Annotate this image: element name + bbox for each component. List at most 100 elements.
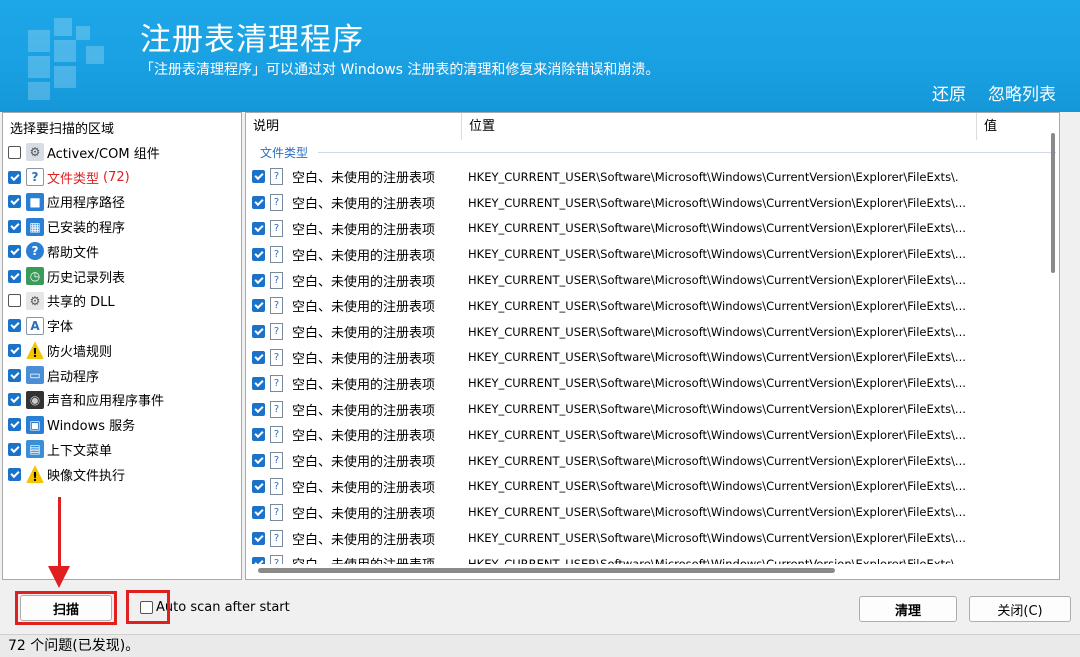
scan-area-count: (72) xyxy=(103,169,130,185)
ignore-list-link[interactable]: 忽略列表 xyxy=(988,80,1056,105)
scan-area-checkbox[interactable] xyxy=(8,269,21,283)
result-row[interactable]: ? 空白、未使用的注册表项 HKEY_CURRENT_USER\Software\M… xyxy=(246,370,1046,396)
close-button[interactable]: 关闭(C) xyxy=(969,596,1071,622)
result-row[interactable]: ? 空白、未使用的注册表项 HKEY_CURRENT_USER\Software\M… xyxy=(246,190,1046,216)
scan-area-item[interactable]: ▤ 上下文菜单 xyxy=(3,437,241,462)
scan-area-item[interactable]: ▣ Windows 服务 xyxy=(3,412,241,437)
result-checkbox[interactable] xyxy=(252,196,265,210)
registry-entry-icon: ? xyxy=(270,271,283,289)
result-checkbox[interactable] xyxy=(252,402,265,416)
scan-area-checkbox[interactable] xyxy=(8,393,21,407)
scan-area-item[interactable]: ! 防火墙规则 xyxy=(3,338,241,363)
result-checkbox[interactable] xyxy=(252,273,265,287)
result-description: 空白、未使用的注册表项 xyxy=(292,171,436,187)
scan-area-item[interactable]: ⚙ 共享的 DLL xyxy=(3,289,241,314)
scan-area-item[interactable]: ▦ 已安装的程序 xyxy=(3,214,241,239)
result-description: 空白、未使用的注册表项 xyxy=(292,377,436,393)
scan-area-checkbox[interactable] xyxy=(8,442,21,456)
vertical-scrollbar[interactable] xyxy=(1051,133,1055,273)
registry-entry-icon: ? xyxy=(270,168,283,186)
result-row[interactable]: ? 空白、未使用的注册表项 HKEY_CURRENT_USER\Software\M… xyxy=(246,293,1046,319)
scan-area-item[interactable]: ⚙ Activex/COM 组件 xyxy=(3,140,241,165)
scan-area-item[interactable]: ? 帮助文件 xyxy=(3,239,241,264)
result-row[interactable]: ? 空白、未使用的注册表项 HKEY_CURRENT_USER\Software\M… xyxy=(246,241,1046,267)
status-text: 个问题(已发现)。 xyxy=(30,638,140,654)
result-row[interactable]: ? 空白、未使用的注册表项 HKEY_CURRENT_USER\Software\M… xyxy=(246,499,1046,525)
clean-button[interactable]: 清理 xyxy=(859,596,957,622)
scan-area-checkbox[interactable] xyxy=(8,244,21,258)
result-checkbox[interactable] xyxy=(252,221,265,235)
scan-area-checkbox[interactable] xyxy=(8,220,21,234)
column-header-value[interactable]: 值 xyxy=(977,113,1047,140)
help-icon: ? xyxy=(26,242,44,261)
result-row[interactable]: ? 空白、未使用的注册表项 HKEY_CURRENT_USER\Software\M… xyxy=(246,525,1046,551)
result-row[interactable]: ? 空白、未使用的注册表项 HKEY_CURRENT_USER\Software\M… xyxy=(246,267,1046,293)
group-label: 文件类型 xyxy=(260,146,309,160)
scan-area-checkbox[interactable] xyxy=(8,195,21,209)
scan-area-checkbox[interactable] xyxy=(8,294,21,308)
registry-entry-icon: ? xyxy=(270,529,283,547)
scan-area-item[interactable]: ? 文件类型 (72) xyxy=(3,165,241,190)
result-row[interactable]: ? 空白、未使用的注册表项 HKEY_CURRENT_USER\Software\M… xyxy=(246,345,1046,371)
column-header-location[interactable]: 位置 xyxy=(462,113,977,140)
app-title: 注册表清理程序 xyxy=(140,22,364,58)
scan-area-label: 字体 xyxy=(47,320,74,336)
file-type-icon: ? xyxy=(26,168,44,187)
result-row[interactable]: ? 空白、未使用的注册表项 HKEY_CURRENT_USER\Software\M… xyxy=(246,474,1046,500)
restore-link[interactable]: 还原 xyxy=(932,80,966,105)
scan-area-checkbox[interactable] xyxy=(8,368,21,382)
result-checkbox[interactable] xyxy=(252,557,265,564)
scan-area-item[interactable]: ■ 应用程序路径 xyxy=(3,190,241,215)
scan-area-label: 历史记录列表 xyxy=(47,270,126,286)
result-location: HKEY_CURRENT_USER\Software\Microsoft\Win… xyxy=(468,324,966,339)
result-row[interactable]: ? 空白、未使用的注册表项 HKEY_CURRENT_USER\Software\M… xyxy=(246,164,1046,190)
scan-area-item[interactable]: A 字体 xyxy=(3,313,241,338)
result-row[interactable]: ? 空白、未使用的注册表项 HKEY_CURRENT_USER\Software\M… xyxy=(246,551,1046,564)
result-checkbox[interactable] xyxy=(252,505,265,519)
scan-area-checkbox[interactable] xyxy=(8,418,21,432)
result-checkbox[interactable] xyxy=(252,325,265,339)
result-checkbox[interactable] xyxy=(252,428,265,442)
result-description: 空白、未使用的注册表项 xyxy=(292,480,436,496)
font-icon: A xyxy=(26,316,44,335)
scan-area-checkbox[interactable] xyxy=(8,343,21,357)
result-checkbox[interactable] xyxy=(252,531,265,545)
result-checkbox[interactable] xyxy=(252,247,265,261)
auto-scan-label: Auto scan after start xyxy=(156,600,290,615)
scan-area-checkbox[interactable] xyxy=(8,170,21,184)
result-row[interactable]: ? 空白、未使用的注册表项 HKEY_CURRENT_USER\Software\M… xyxy=(246,216,1046,242)
result-checkbox[interactable] xyxy=(252,454,265,468)
result-row[interactable]: ? 空白、未使用的注册表项 HKEY_CURRENT_USER\Software\M… xyxy=(246,448,1046,474)
horizontal-scrollbar[interactable] xyxy=(258,568,835,573)
scan-area-label: 共享的 DLL xyxy=(47,295,115,311)
result-checkbox[interactable] xyxy=(252,479,265,493)
sound-icon: ◉ xyxy=(26,390,44,409)
registry-entry-icon: ? xyxy=(270,400,283,418)
column-header-description[interactable]: 说明 xyxy=(246,113,462,140)
result-row[interactable]: ? 空白、未使用的注册表项 HKEY_CURRENT_USER\Software\M… xyxy=(246,396,1046,422)
result-description: 空白、未使用的注册表项 xyxy=(292,197,436,213)
activex-icon: ⚙ xyxy=(26,143,44,162)
result-location: HKEY_CURRENT_USER\Software\Microsoft\Win… xyxy=(468,221,966,236)
result-checkbox[interactable] xyxy=(252,376,265,390)
scan-area-checkbox[interactable] xyxy=(8,145,21,159)
scan-area-item[interactable]: ◷ 历史记录列表 xyxy=(3,264,241,289)
scan-area-label: 防火墙规则 xyxy=(47,344,113,360)
registry-entry-icon: ? xyxy=(270,503,283,521)
scan-area-list: ⚙ Activex/COM 组件? 文件类型 (72) ■ 应用程序路径 ▦ 已安装的程序? 帮… xyxy=(3,140,241,487)
scan-area-checkbox[interactable] xyxy=(8,467,21,481)
result-row[interactable]: ? 空白、未使用的注册表项 HKEY_CURRENT_USER\Software\M… xyxy=(246,422,1046,448)
scan-area-item[interactable]: ! 映像文件执行 xyxy=(3,462,241,487)
windows-service-icon: ▣ xyxy=(26,415,44,434)
annotation-arrow-head xyxy=(48,566,70,588)
result-location: HKEY_CURRENT_USER\Software\Microsoft\Win… xyxy=(468,453,966,468)
result-checkbox[interactable] xyxy=(252,299,265,313)
scan-area-checkbox[interactable] xyxy=(8,319,21,333)
scan-area-item[interactable]: ▭ 启动程序 xyxy=(3,363,241,388)
scan-area-label: 应用程序路径 xyxy=(47,196,126,212)
result-checkbox[interactable] xyxy=(252,170,265,184)
result-row[interactable]: ? 空白、未使用的注册表项 HKEY_CURRENT_USER\Software\M… xyxy=(246,319,1046,345)
scan-area-item[interactable]: ◉ 声音和应用程序事件 xyxy=(3,388,241,413)
registry-entry-icon: ? xyxy=(270,245,283,263)
result-checkbox[interactable] xyxy=(252,350,265,364)
